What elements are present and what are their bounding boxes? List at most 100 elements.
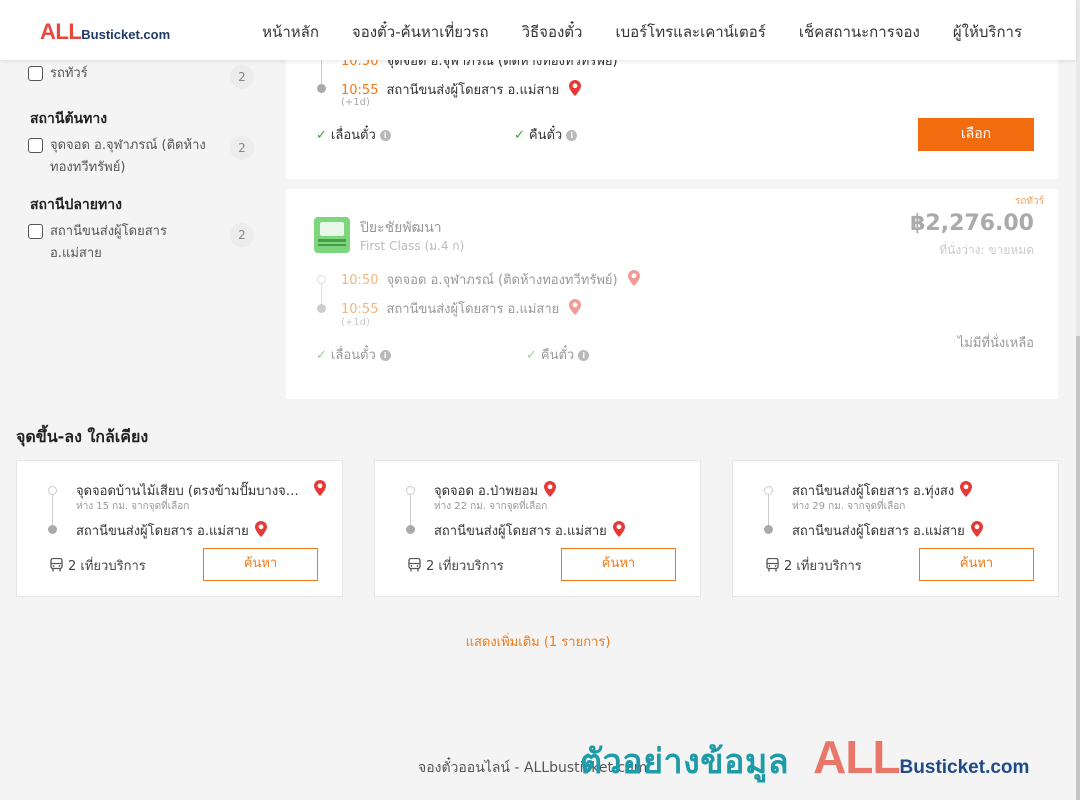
- bus-icon: [766, 557, 779, 576]
- trip-count-label: 2 เที่ยวบริการ: [784, 559, 862, 574]
- nearby-from-stop: สถานีขนส่งผู้โดยสาร อ.ทุ่งสง: [792, 480, 973, 501]
- check-icon: ✓: [316, 128, 327, 143]
- arrival-row: 10:55 สถานีขนส่งผู้โดยสาร อ.แม่สาย: [341, 298, 582, 319]
- show-more-link[interactable]: แสดงเพิ่มเติม (1 รายการ): [0, 631, 1076, 652]
- main-nav: หน้าหลัก จองตั๋ว-ค้นหาเที่ยวรถ วิธีจองตั…: [262, 20, 1022, 44]
- origin-filter-title: สถานีต้นทาง: [30, 111, 108, 127]
- count-badge: 2: [230, 223, 254, 247]
- site-logo[interactable]: ALLBusticket.com: [40, 19, 170, 45]
- watermark: ตัวอย่างข้อมูล ALLBusticket.com: [580, 730, 1029, 788]
- nearby-card: สถานีขนส่งผู้โดยสาร อ.ทุ่งสง ห่าง 29 กม.…: [732, 460, 1059, 597]
- arrival-row: 10:55 สถานีขนส่งผู้โดยสาร อ.แม่สาย: [341, 79, 582, 100]
- feature-label: เลื่อนตั๋ว: [330, 348, 376, 363]
- count-badge: 2: [230, 136, 254, 160]
- nav-operators[interactable]: ผู้ให้บริการ: [953, 20, 1022, 44]
- departure-row: 10:50 จุดจอด อ.จุฬาภรณ์ (ติดห้างทองทวีทรั…: [341, 269, 640, 290]
- location-pin-icon[interactable]: [612, 521, 625, 541]
- nav-check-booking[interactable]: เช็คสถานะการจอง: [799, 20, 920, 44]
- nav-home[interactable]: หน้าหลัก: [262, 20, 319, 44]
- watermark-logo-rest: Busticket.com: [899, 757, 1030, 778]
- location-pin-icon[interactable]: [960, 481, 973, 501]
- feature-label: เลื่อนตั๋ว: [330, 128, 376, 143]
- feature-label: คืนตั๋ว: [540, 348, 575, 363]
- nearby-from-stop: จุดจอดบ้านไม้เสียบ (ตรงข้ามปั๊มบางจาก): [76, 484, 306, 499]
- location-pin-icon[interactable]: [970, 521, 983, 541]
- nearby-to-stop: สถานีขนส่งผู้โดยสาร อ.แม่สาย: [792, 520, 983, 541]
- destination-filter-title: สถานีปลายทาง: [30, 197, 122, 213]
- scrollbar-thumb[interactable]: [1076, 336, 1080, 800]
- location-pin-icon[interactable]: [544, 481, 557, 501]
- nav-how-to-book[interactable]: วิธีจองตั๋ว: [522, 20, 583, 44]
- nearby-distance: ห่าง 15 กม. จากจุดที่เลือก: [76, 501, 190, 512]
- feature-label: คืนตั๋ว: [528, 128, 563, 143]
- count-badge: 2: [230, 65, 254, 89]
- logo-rest-text: Busticket.com: [81, 27, 171, 42]
- info-icon[interactable]: i: [578, 350, 590, 361]
- reschedule-feature: ✓ เลื่อนตั๋ว i: [316, 344, 391, 365]
- refund-feature: ✓ คืนตั๋ว i: [526, 344, 590, 365]
- info-icon[interactable]: i: [566, 130, 578, 141]
- from-stop-label: จุดจอด อ.ป่าพยอม: [434, 484, 539, 499]
- price: ฿2,276.00: [910, 211, 1034, 236]
- arrival-dot: [317, 304, 326, 313]
- trip-count-label: 2 เที่ยวบริการ: [68, 559, 146, 574]
- watermark-logo-all: ALL: [813, 731, 900, 783]
- nearby-to-stop: สถานีขนส่งผู้โดยสาร อ.แม่สาย: [76, 520, 267, 541]
- nearby-distance: ห่าง 22 กม. จากจุดที่เลือก: [434, 501, 548, 512]
- route-line: [410, 491, 411, 529]
- filter-destination[interactable]: สถานีขนส่งผู้โดยสาร อ.แม่สาย 2: [28, 223, 254, 265]
- nearby-search-button[interactable]: ค้นหา: [203, 548, 318, 581]
- filter-label: จุดจอด อ.จุฬาภรณ์ (ติดห้างทองทวีทรัพย์): [50, 138, 206, 175]
- filter-origin[interactable]: จุดจอด อ.จุฬาภรณ์ (ติดห้างทองทวีทรัพย์) …: [28, 136, 254, 179]
- location-pin-icon[interactable]: [254, 521, 267, 541]
- nearby-distance: ห่าง 29 กม. จากจุดที่เลือก: [792, 501, 906, 512]
- filter-label: รถทัวร์: [50, 66, 88, 81]
- nav-book-ticket[interactable]: จองตั๋ว-ค้นหาเที่ยวรถ: [352, 20, 489, 44]
- select-trip-button[interactable]: เลือก: [918, 118, 1034, 151]
- trip-card: 10:50 จุดจอด อ.จุฬาภรณ์ (ติดห้างทองทวีทรั…: [286, 40, 1058, 179]
- trip-count: 2 เที่ยวบริการ: [766, 555, 862, 576]
- check-icon: ✓: [316, 348, 327, 363]
- location-pin-icon[interactable]: [569, 299, 582, 319]
- checkbox[interactable]: [28, 138, 43, 153]
- nearby-from-stop: จุดจอด อ.ป่าพยอม: [434, 480, 557, 501]
- departure-dot: [48, 486, 57, 495]
- arrival-dot: [406, 525, 415, 534]
- arrival-dot: [317, 84, 326, 93]
- reschedule-feature: ✓ เลื่อนตั๋ว i: [316, 124, 391, 145]
- info-icon[interactable]: i: [379, 350, 391, 361]
- to-stop-label: สถานีขนส่งผู้โดยสาร อ.แม่สาย: [434, 524, 607, 539]
- bus-icon: [50, 557, 63, 576]
- nearby-search-button[interactable]: ค้นหา: [561, 548, 676, 581]
- day-offset: (+1d): [341, 317, 370, 328]
- info-icon[interactable]: i: [379, 130, 391, 141]
- trip-count: 2 เที่ยวบริการ: [408, 555, 504, 576]
- logo-all-text: ALL: [40, 19, 82, 44]
- trip-count: 2 เที่ยวบริการ: [50, 555, 146, 576]
- nav-phone-counter[interactable]: เบอร์โทรและเคาน์เตอร์: [615, 20, 765, 44]
- checkbox[interactable]: [28, 224, 43, 239]
- location-pin-icon[interactable]: [627, 270, 640, 290]
- location-pin-icon[interactable]: [569, 80, 582, 100]
- no-seats-label: ไม่มีที่นั่งเหลือ: [957, 336, 1034, 351]
- bus-class: First Class (ม.4 ก): [360, 239, 465, 253]
- departure-dot: [406, 486, 415, 495]
- check-icon: ✓: [514, 128, 525, 143]
- location-pin-icon[interactable]: [314, 480, 326, 500]
- bus-icon: [408, 557, 421, 576]
- route-line: [768, 491, 769, 529]
- checkbox[interactable]: [28, 66, 43, 81]
- filter-bus-tour[interactable]: รถทัวร์ 2: [28, 65, 254, 89]
- nearby-to-stop: สถานีขนส่งผู้โดยสาร อ.แม่สาย: [434, 520, 625, 541]
- filter-label: สถานีขนส่งผู้โดยสาร อ.แม่สาย: [50, 224, 167, 261]
- departure-dot: [317, 275, 326, 284]
- departure-time: 10:50: [341, 273, 379, 288]
- arrival-stop: สถานีขนส่งผู้โดยสาร อ.แม่สาย: [386, 302, 560, 317]
- check-icon: ✓: [526, 348, 537, 363]
- to-stop-label: สถานีขนส่งผู้โดยสาร อ.แม่สาย: [76, 524, 249, 539]
- watermark-sample-text: ตัวอย่างข้อมูล: [580, 742, 790, 782]
- nearby-card: จุดจอดบ้านไม้เสียบ (ตรงข้ามปั๊มบางจาก) ห…: [16, 460, 343, 597]
- nearby-search-button[interactable]: ค้นหา: [919, 548, 1034, 581]
- operator-name: ปิยะชัยพัฒนา: [360, 220, 442, 236]
- nearby-section-title: จุดขึ้น-ลง ใกล้เคียง: [16, 427, 149, 446]
